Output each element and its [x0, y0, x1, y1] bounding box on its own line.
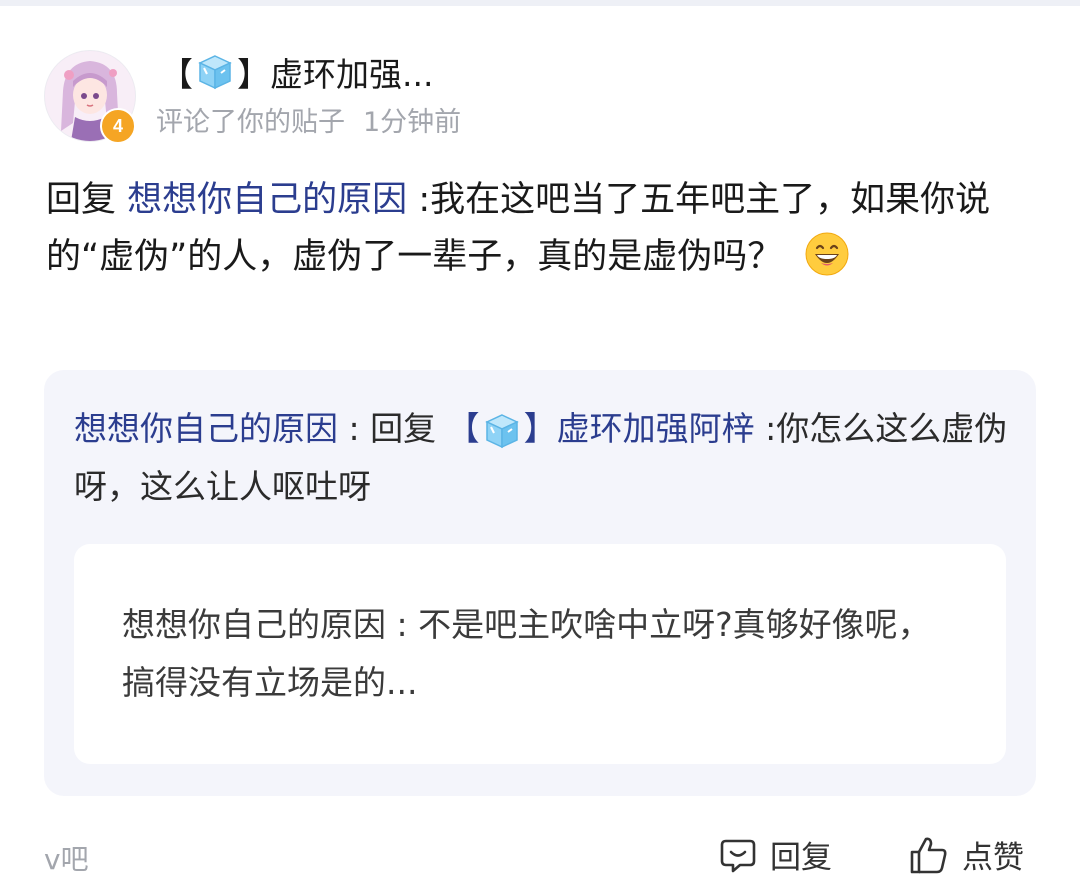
- quoted-comment-card[interactable]: 想想你自己的原因 : 回复 【 】虚环加强阿梓 :你怎么这么虚伪呀，这么让人呕吐…: [44, 370, 1036, 796]
- ice-cube-icon: [198, 55, 232, 90]
- reply-prefix: 回复: [46, 180, 117, 220]
- quote-mention-link[interactable]: 【 】虚环加强阿梓: [447, 409, 755, 448]
- action-text: 评论了你的贴子: [156, 107, 345, 138]
- post-meta: 评论了你的贴子 1分钟前: [156, 100, 461, 139]
- quote-separator: : 回复: [338, 409, 447, 448]
- comment-bubble-icon: [720, 839, 756, 872]
- reply-mention-link[interactable]: 想想你自己的原因: [127, 180, 407, 220]
- thumbs-up-icon: [910, 837, 947, 873]
- like-button-label: 点赞: [962, 840, 1024, 876]
- reply-button-label: 回复: [770, 840, 832, 876]
- top-strip: [0, 0, 1080, 6]
- level-badge: 4: [100, 108, 136, 144]
- grinning-face-emoji: [805, 232, 849, 276]
- forum-name[interactable]: v吧: [44, 838, 89, 878]
- username[interactable]: 【 】虚环加强...: [160, 48, 433, 96]
- like-button[interactable]: 点赞: [908, 832, 1024, 877]
- nested-quote-card[interactable]: 想想你自己的原因 : 不是吧主吹啥中立呀?真够好像呢，搞得没有立场是的...: [74, 544, 1006, 764]
- timestamp: 1分钟前: [363, 107, 462, 138]
- quote-mention-bracket: 【: [446, 409, 480, 448]
- quoted-comment-text: 想想你自己的原因 : 回复 【 】虚环加强阿梓 :你怎么这么虚伪呀，这么让人呕吐…: [74, 400, 1014, 516]
- ice-cube-icon: [484, 413, 519, 448]
- reply-button[interactable]: 回复: [718, 832, 832, 877]
- quote-mention-name: 】虚环加强阿梓: [523, 409, 755, 448]
- username-text: 】虚环加强...: [237, 55, 434, 94]
- reply-body: 回复 想想你自己的原因 :我在这吧当了五年吧主了，如果你说的“虚伪”的人，虚伪了…: [46, 172, 1036, 286]
- nested-quote-text: 想想你自己的原因 : 不是吧主吹啥中立呀?真够好像呢，搞得没有立场是的...: [122, 596, 962, 712]
- username-bracket-open: 【: [160, 55, 193, 94]
- nested-quote-author: 想想你自己的原因: [122, 605, 386, 644]
- quote-author-link[interactable]: 想想你自己的原因: [74, 409, 338, 448]
